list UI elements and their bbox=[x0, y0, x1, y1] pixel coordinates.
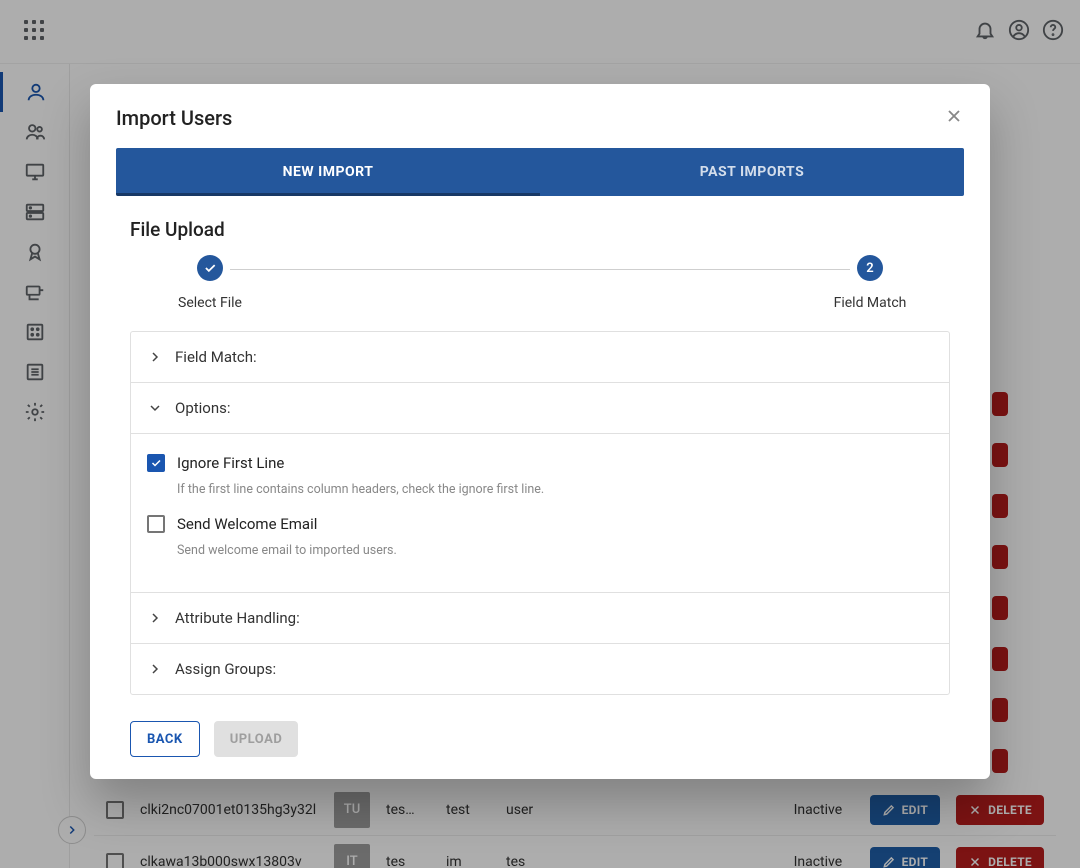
send-welcome-checkbox[interactable] bbox=[147, 515, 165, 533]
upload-button: UPLOAD bbox=[214, 721, 299, 757]
panel-head-assign-groups[interactable]: Assign Groups: bbox=[131, 644, 949, 694]
stepper: Select File 2 Field Match bbox=[90, 251, 990, 319]
panel-head-options[interactable]: Options: bbox=[131, 383, 949, 433]
modal-close-button[interactable] bbox=[944, 106, 964, 130]
panel-title: Assign Groups: bbox=[175, 660, 276, 678]
step-label: Select File bbox=[178, 295, 242, 311]
step-select-file: Select File bbox=[130, 255, 290, 311]
panel-options: Options: Ignore First Line If the first … bbox=[131, 382, 949, 592]
option-help-text: Send welcome email to imported users. bbox=[147, 537, 933, 572]
section-title: File Upload bbox=[90, 196, 990, 251]
close-icon bbox=[944, 106, 964, 126]
panel-field-match: Field Match: bbox=[131, 332, 949, 382]
panel-head-field-match[interactable]: Field Match: bbox=[131, 332, 949, 382]
step-label: Field Match bbox=[834, 295, 907, 311]
option-ignore-first-line: Ignore First Line bbox=[147, 450, 933, 476]
modal-footer: BACK UPLOAD bbox=[90, 695, 990, 757]
panel-title: Options: bbox=[175, 399, 231, 417]
step-connector bbox=[230, 269, 850, 270]
chevron-right-icon bbox=[147, 349, 163, 365]
chevron-right-icon bbox=[147, 661, 163, 677]
tab-past-imports[interactable]: PAST IMPORTS bbox=[540, 148, 964, 196]
panel-title: Field Match: bbox=[175, 348, 257, 366]
option-label: Ignore First Line bbox=[177, 454, 284, 472]
options-panels: Field Match: Options: Ignore First Line … bbox=[130, 331, 950, 695]
import-users-modal: Import Users NEW IMPORT PAST IMPORTS Fil… bbox=[90, 84, 990, 779]
check-icon bbox=[150, 457, 162, 469]
back-button[interactable]: BACK bbox=[130, 721, 200, 757]
modal-title: Import Users bbox=[116, 106, 232, 130]
option-help-text: If the first line contains column header… bbox=[147, 476, 933, 511]
panel-head-attribute-handling[interactable]: Attribute Handling: bbox=[131, 593, 949, 643]
tab-bar: NEW IMPORT PAST IMPORTS bbox=[116, 148, 964, 196]
panel-body-options: Ignore First Line If the first line cont… bbox=[131, 433, 949, 592]
step-field-match: 2 Field Match bbox=[790, 255, 950, 311]
ignore-first-line-checkbox[interactable] bbox=[147, 454, 165, 472]
panel-attribute-handling: Attribute Handling: bbox=[131, 592, 949, 643]
step-circle-number: 2 bbox=[857, 255, 883, 281]
step-circle-complete bbox=[197, 255, 223, 281]
option-label: Send Welcome Email bbox=[177, 515, 317, 533]
chevron-right-icon bbox=[147, 610, 163, 626]
chevron-down-icon bbox=[147, 400, 163, 416]
check-icon bbox=[203, 261, 217, 275]
panel-title: Attribute Handling: bbox=[175, 609, 300, 627]
panel-assign-groups: Assign Groups: bbox=[131, 643, 949, 694]
option-send-welcome-email: Send Welcome Email bbox=[147, 511, 933, 537]
tab-new-import[interactable]: NEW IMPORT bbox=[116, 148, 540, 196]
